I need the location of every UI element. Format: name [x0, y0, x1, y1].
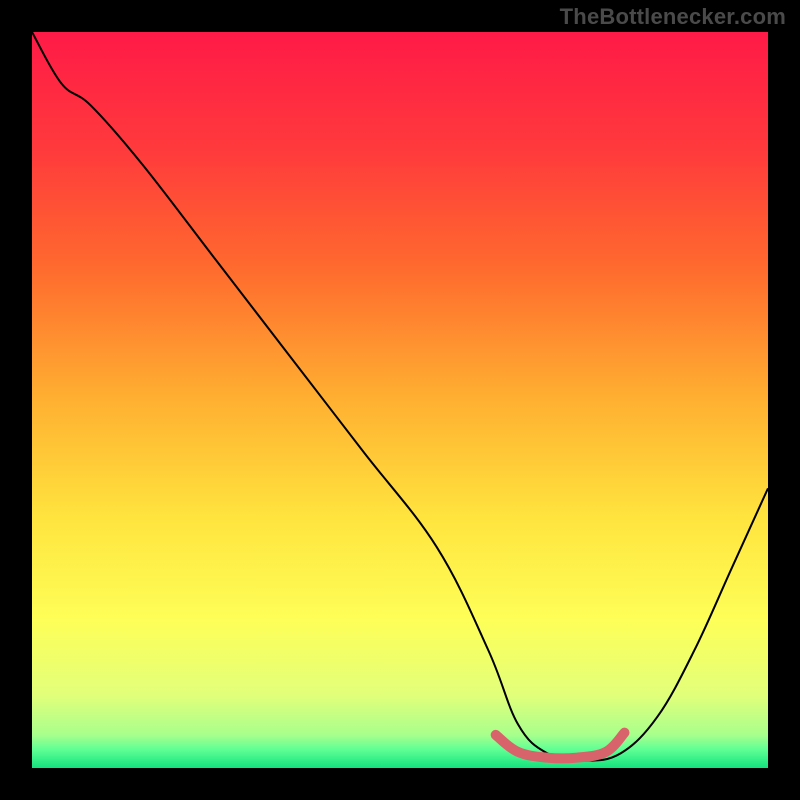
- watermark-text: TheBottlenecker.com: [560, 4, 786, 30]
- plot-area: [32, 32, 768, 768]
- chart-container: TheBottlenecker.com: [0, 0, 800, 800]
- gradient-background: [32, 32, 768, 768]
- chart-svg: [32, 32, 768, 768]
